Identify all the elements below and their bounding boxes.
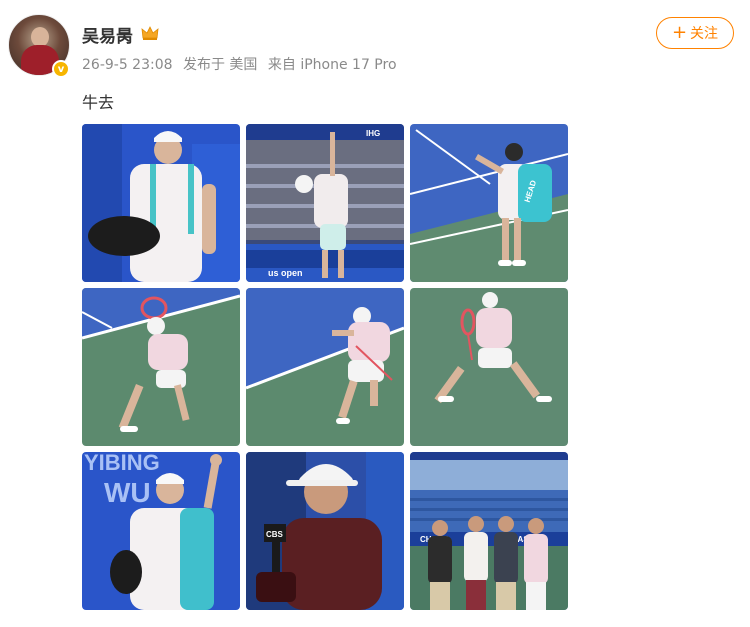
photo-6[interactable] xyxy=(410,288,568,446)
post-device: 来自 iPhone 17 Pro xyxy=(267,57,397,73)
photo-7-banner-text-2: WU xyxy=(104,477,151,508)
photo-5-image xyxy=(246,288,404,446)
photo-8-mic-text: CBS xyxy=(266,530,284,539)
follow-label: 关注 xyxy=(690,26,719,42)
photo-9-image: CHASE CHASE xyxy=(410,452,568,610)
photo-2-usopen-text: us open xyxy=(268,268,303,278)
photo-9[interactable]: CHASE CHASE xyxy=(410,452,568,610)
follow-button[interactable]: + 关注 xyxy=(656,17,734,49)
photo-1[interactable] xyxy=(82,124,240,282)
photo-2[interactable]: IHG us open xyxy=(246,124,404,282)
photo-3[interactable]: HEAD xyxy=(410,124,568,282)
photo-4-image xyxy=(82,288,240,446)
username[interactable]: 吴易昺 xyxy=(82,22,133,47)
post-location: 发布于 美国 xyxy=(182,57,258,73)
photo-7[interactable]: YIBING WU xyxy=(82,452,240,610)
plus-icon: + xyxy=(671,22,688,43)
photo-8-image: CBS xyxy=(246,452,404,610)
photo-grid: IHG us open HEAD YIBING WU CBS CHASE xyxy=(82,124,570,612)
photo-2-image: IHG us open xyxy=(246,124,404,282)
photo-4[interactable] xyxy=(82,288,240,446)
post-meta: 26-9-5 23:08 发布于 美国 来自 iPhone 17 Pro xyxy=(82,54,403,74)
photo-2-board-text: IHG xyxy=(366,129,380,138)
photo-3-image: HEAD xyxy=(410,124,568,282)
photo-6-image xyxy=(410,288,568,446)
photo-7-image: YIBING WU xyxy=(82,452,240,610)
post-date[interactable]: 26-9-5 23:08 xyxy=(82,57,173,73)
verified-badge-icon: v xyxy=(52,60,70,78)
photo-8[interactable]: CBS xyxy=(246,452,404,610)
photo-5[interactable] xyxy=(246,288,404,446)
post-text: 牛去 xyxy=(82,93,115,112)
photo-7-banner-text-1: YIBING xyxy=(84,452,160,475)
crown-icon xyxy=(141,26,159,40)
avatar-head xyxy=(31,27,49,47)
photo-1-image xyxy=(82,124,240,282)
